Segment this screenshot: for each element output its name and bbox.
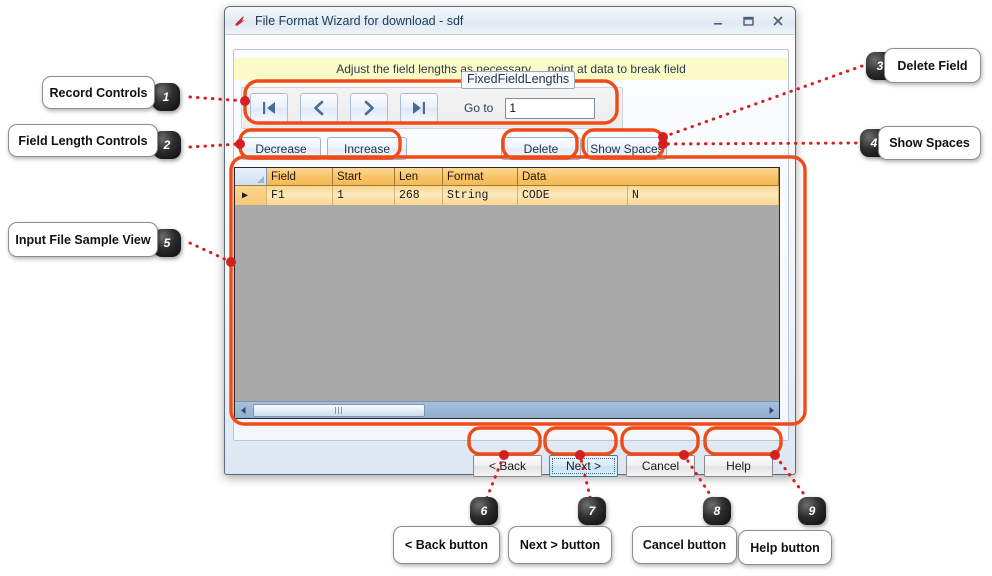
first-record-icon (263, 102, 275, 114)
callout-label-record-controls: Record Controls (42, 76, 155, 109)
chevron-right-icon (364, 100, 374, 116)
record-controls-panel: Go to (241, 87, 623, 129)
show-spaces-button[interactable]: Show Spaces (587, 137, 667, 160)
callout-label-help-button: Help button (738, 530, 832, 565)
cell-data: CODE (518, 186, 628, 205)
app-arrow-icon (233, 14, 247, 28)
callout-badge-7: 7 (578, 497, 606, 525)
cancel-button[interactable]: Cancel (626, 455, 695, 477)
table-row[interactable]: ▶ F1 1 268 String CODE N (235, 186, 779, 205)
scrollbar-thumb[interactable] (253, 403, 425, 417)
file-format-wizard-window: File Format Wizard for download - sdf Fi… (224, 6, 796, 477)
callout-badge-2: 2 (153, 131, 181, 159)
decrease-button[interactable]: Decrease (241, 137, 321, 160)
callout-label-delete-field: Delete Field (884, 48, 981, 83)
callout-badge-4: 4 (860, 129, 888, 157)
callout-label-back-button: < Back button (393, 526, 500, 564)
grid-header-row: Field Start Len Format Data (235, 168, 779, 186)
scroll-left-icon[interactable] (235, 403, 251, 418)
back-button[interactable]: < Back (473, 455, 542, 477)
callout-label-show-spaces: Show Spaces (878, 126, 981, 160)
increase-button[interactable]: Increase (327, 137, 407, 160)
callout-badge-1: 1 (152, 83, 180, 111)
callout-label-field-length-controls: Field Length Controls (8, 124, 158, 157)
close-icon[interactable] (763, 11, 793, 31)
callout-badge-3: 3 (866, 52, 894, 80)
grid-header-data[interactable]: Data (518, 168, 779, 186)
row-selector-icon[interactable]: ▶ (235, 186, 267, 205)
cell-format: String (443, 186, 518, 205)
grid-header-len[interactable]: Len (395, 168, 443, 186)
grid-header-start[interactable]: Start (333, 168, 395, 186)
grid-header-format[interactable]: Format (443, 168, 518, 186)
callout-label-next-button: Next > button (508, 526, 612, 564)
grid-horizontal-scrollbar[interactable] (235, 401, 779, 418)
next-record-button[interactable] (350, 93, 388, 123)
scroll-right-icon[interactable] (763, 403, 779, 418)
cell-start: 1 (333, 186, 395, 205)
previous-record-button[interactable] (300, 93, 338, 123)
callout-badge-9: 9 (798, 497, 826, 525)
delete-button[interactable]: Delete (501, 137, 581, 160)
scrollbar-grip (334, 406, 344, 414)
callout-badge-5: 5 (153, 229, 181, 257)
cell-len: 268 (395, 186, 443, 205)
window-body: FixedFieldLengths Adjust the field lengt… (225, 35, 795, 477)
grid-select-all-header[interactable] (235, 168, 267, 186)
minimize-icon[interactable] (703, 11, 733, 31)
groupbox-label: FixedFieldLengths (461, 71, 576, 89)
focus-ring (552, 458, 615, 474)
last-record-button[interactable] (400, 93, 438, 123)
chevron-left-icon (314, 100, 324, 116)
window-title: File Format Wizard for download - sdf (255, 13, 464, 28)
input-file-sample-grid[interactable]: Field Start Len Format Data ▶ F1 1 268 S… (234, 167, 780, 419)
goto-input[interactable] (505, 97, 596, 119)
last-record-icon (413, 102, 425, 114)
goto-label: Go to (464, 101, 494, 115)
callout-label-cancel-button: Cancel button (632, 526, 737, 564)
next-button[interactable]: Next > (549, 455, 618, 477)
callout-label-input-file-sample-view: Input File Sample View (8, 222, 158, 257)
grid-header-field[interactable]: Field (267, 168, 333, 186)
grid-empty-area (235, 205, 779, 400)
callout-badge-8: 8 (703, 497, 731, 525)
window-titlebar[interactable]: File Format Wizard for download - sdf (225, 7, 795, 35)
help-button[interactable]: Help (704, 455, 773, 477)
cell-data-extra: N (628, 186, 779, 205)
callout-badge-6: 6 (470, 497, 498, 525)
maximize-icon[interactable] (733, 11, 763, 31)
first-record-button[interactable] (250, 93, 288, 123)
cell-field: F1 (267, 186, 333, 205)
